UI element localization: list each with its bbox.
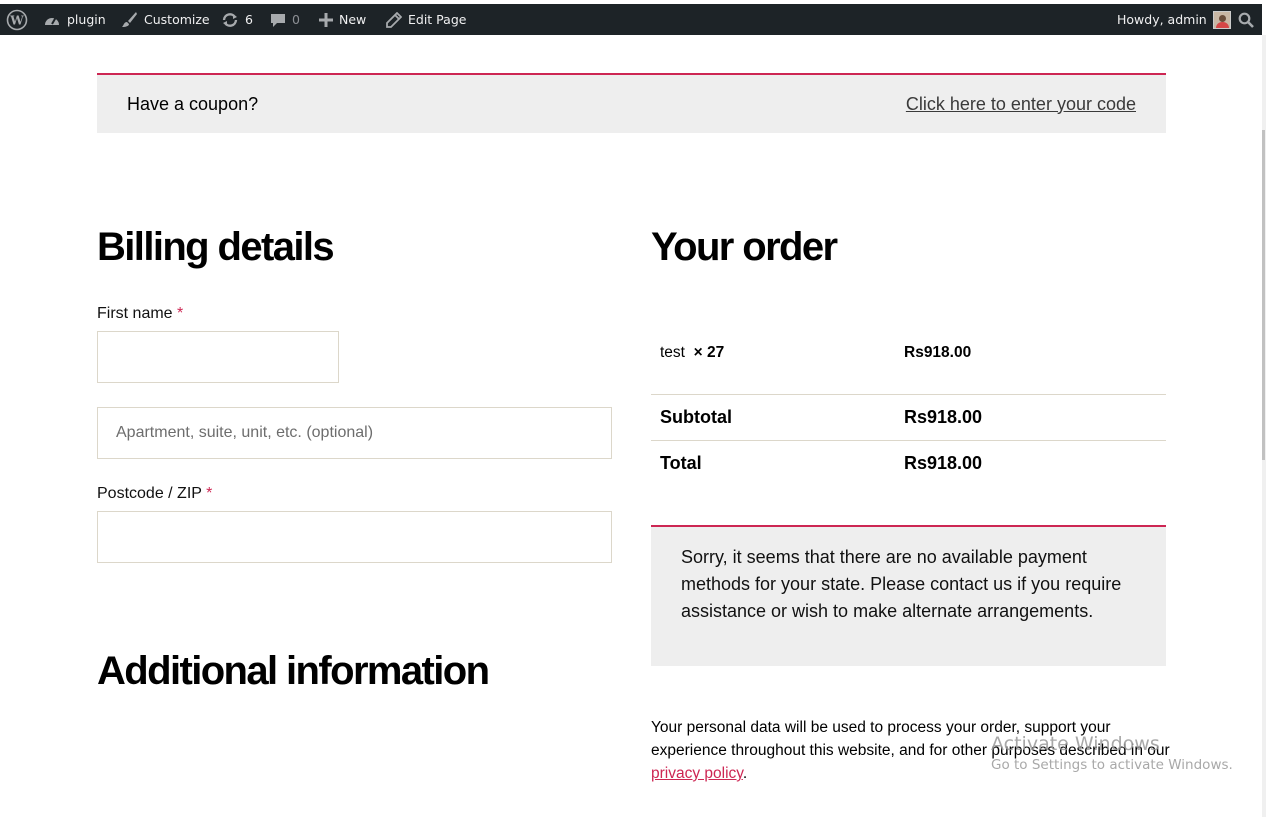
product-total: Rs918.00 [904, 344, 972, 361]
scrollbar-thumb[interactable] [1262, 130, 1265, 460]
wordpress-menu[interactable]: W [6, 4, 28, 35]
new-label: New [339, 12, 367, 27]
privacy-text: Your personal data will be used to proce… [651, 719, 1170, 759]
first-name-label: First name * [97, 305, 183, 323]
comments-count: 0 [292, 12, 300, 27]
billing-heading: Billing details [97, 225, 335, 269]
edit-page-label: Edit Page [408, 12, 467, 27]
brush-icon [122, 12, 137, 27]
my-account-menu[interactable]: Howdy, admin [1117, 4, 1231, 35]
address-2-field[interactable] [97, 407, 612, 459]
customize-label: Customize [144, 12, 210, 27]
greeting: Howdy, admin [1117, 12, 1207, 27]
dashboard-icon [45, 16, 59, 25]
edit-page-link[interactable]: Edit Page [386, 4, 466, 35]
order-item-name: test × 27 [660, 344, 724, 362]
new-content-menu[interactable]: New [319, 4, 366, 35]
postcode-label: Postcode / ZIP * [97, 485, 212, 503]
plus-icon [319, 12, 333, 27]
payment-unavailable-notice: Sorry, it seems that there are no availa… [651, 525, 1166, 666]
subtotal-value: Rs918.00 [904, 407, 983, 427]
comment-icon [271, 13, 285, 27]
additional-info-heading: Additional information [97, 649, 490, 693]
svg-text:W: W [9, 13, 24, 27]
privacy-text-end: . [742, 765, 748, 782]
subtotal-label: Subtotal [660, 407, 732, 427]
postcode-label-text: Postcode / ZIP [97, 485, 202, 502]
first-name-field[interactable] [97, 331, 339, 383]
updates-link[interactable]: 6 [221, 4, 253, 35]
first-name-label-text: First name [97, 305, 173, 322]
admin-search-button[interactable] [1238, 4, 1254, 35]
divider [651, 440, 1166, 441]
wordpress-logo-icon: W [6, 9, 28, 30]
privacy-notice: Your personal data will be used to proce… [651, 716, 1171, 785]
product-quantity: × 27 [693, 344, 725, 361]
divider [651, 394, 1166, 395]
updates-count: 6 [245, 12, 253, 27]
postcode-field[interactable] [97, 511, 612, 563]
search-icon [1238, 12, 1254, 28]
admin-bar: W plugin Customize 6 0 New Edit Page How… [0, 4, 1262, 35]
coupon-notice: Have a coupon? Click here to enter your … [97, 73, 1166, 133]
pencil-icon [386, 11, 402, 28]
avatar [1212, 10, 1231, 29]
order-heading: Your order [651, 225, 838, 269]
required-marker: * [177, 305, 184, 322]
comments-link[interactable]: 0 [270, 4, 300, 35]
site-name-menu[interactable]: plugin [43, 4, 106, 35]
total-label: Total [660, 453, 702, 473]
coupon-prompt: Have a coupon? [127, 93, 259, 114]
product-name: test [660, 344, 685, 361]
page-scrollbar[interactable] [1262, 35, 1266, 817]
updates-icon [222, 12, 238, 27]
total-value: Rs918.00 [904, 453, 983, 473]
privacy-policy-link[interactable]: privacy policy [651, 765, 743, 782]
required-marker: * [206, 485, 213, 502]
coupon-link[interactable]: Click here to enter your code [906, 94, 1136, 115]
customize-link[interactable]: Customize [121, 4, 210, 35]
site-name: plugin [67, 12, 106, 27]
